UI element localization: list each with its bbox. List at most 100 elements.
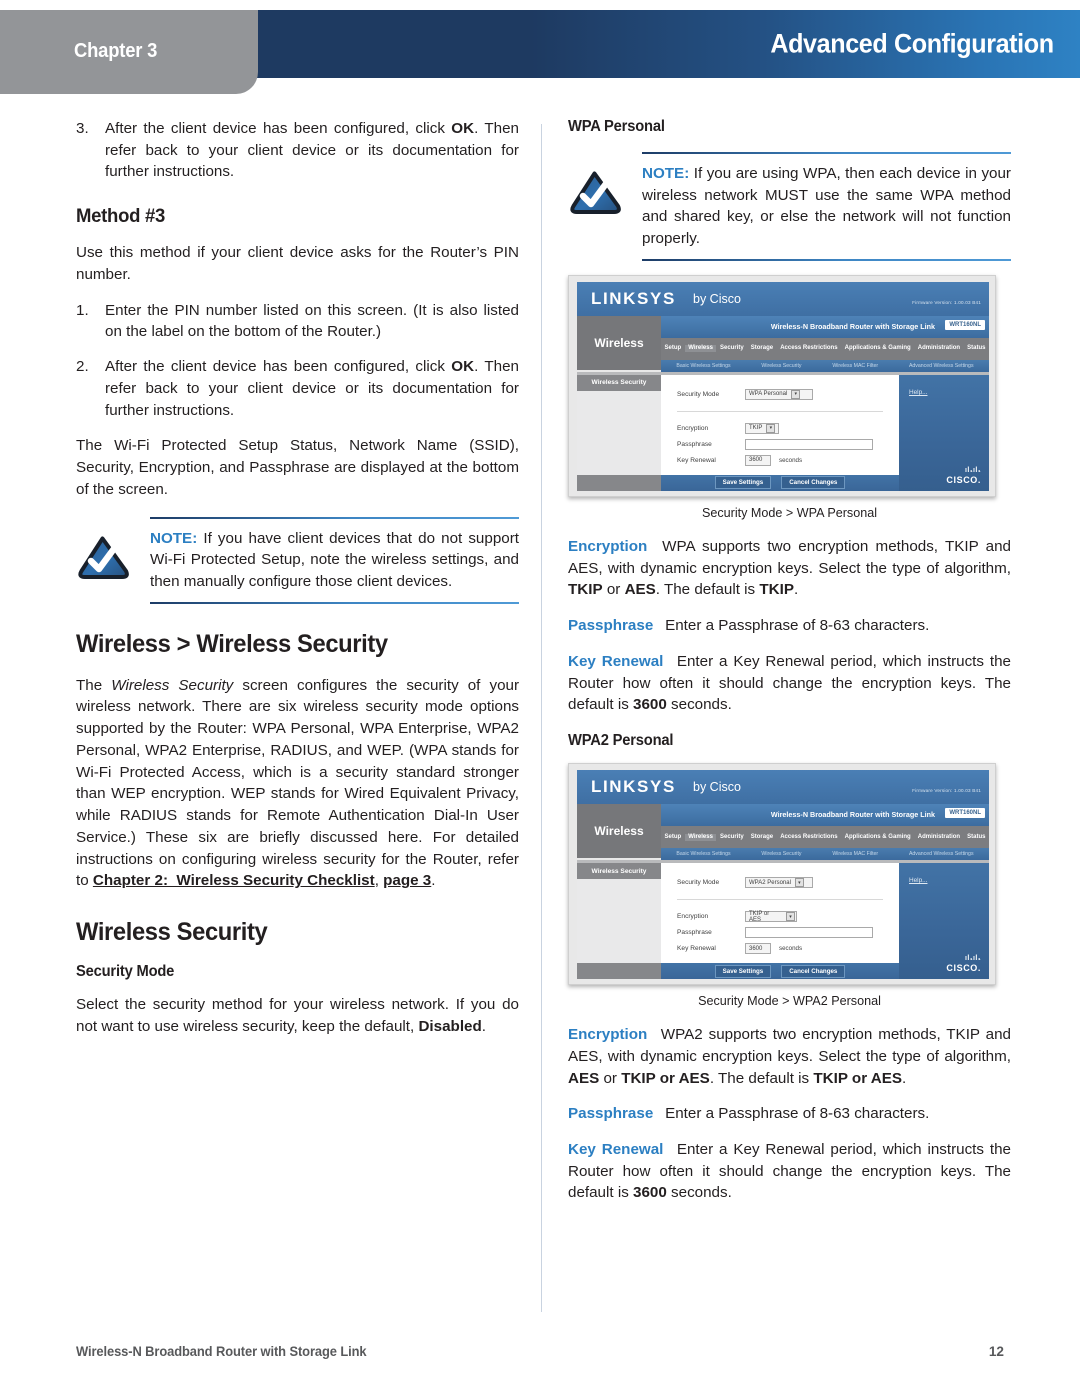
encryption-select[interactable]: TKIP or AES ▾ (745, 910, 797, 923)
router-form: Security Mode WPA Personal ▾ Encryption … (661, 374, 899, 475)
passphrase-input[interactable] (745, 438, 873, 450)
security-mode-value: WPA Personal (749, 391, 788, 398)
chevron-down-icon: ▾ (786, 912, 795, 922)
router-help-panel: Help... ıl₁ıl₁ CISCO. (899, 863, 989, 980)
encryption-select[interactable]: TKIP ▾ (745, 422, 779, 434)
router-tab-security[interactable]: Security (716, 834, 747, 841)
note-rule-bottom (642, 258, 1011, 261)
router-subtab-wireless-security[interactable]: Wireless Security (761, 363, 801, 369)
router-field-security-mode: Security Mode WPA Personal ▾ (677, 388, 813, 400)
list-item-text: After the client device has been configu… (105, 358, 519, 419)
chapter-tab: Chapter 3 (0, 10, 258, 94)
security-mode-value: WPA2 Personal (749, 879, 791, 886)
router-subtab-wireless-security[interactable]: Wireless Security (761, 851, 801, 857)
list-item: 3. After the client device has been conf… (76, 118, 519, 183)
security-mode-select[interactable]: WPA2 Personal ▾ (745, 877, 813, 889)
router-tab-administration[interactable]: Administration (914, 345, 963, 352)
by-cisco-label: by Cisco (693, 291, 741, 306)
key-renewal-unit: seconds (779, 945, 803, 953)
router-panel-title: Wireless Security (577, 863, 661, 880)
paragraph-wireless-security: The Wireless Security screen configures … (76, 676, 520, 890)
router-tab-wireless[interactable]: Wireless (684, 345, 717, 353)
chevron-down-icon: ▾ (766, 423, 776, 433)
linksys-logo: LINKSYS (591, 288, 676, 308)
router-field-label: Key Renewal (677, 456, 716, 464)
key-renewal-input[interactable]: 3600 (745, 454, 771, 466)
router-field-label: Key Renewal (677, 945, 716, 953)
save-settings-button[interactable]: Save Settings (714, 476, 772, 490)
router-field-security-mode: Security Mode WPA2 Personal ▾ (677, 877, 813, 889)
note-body: If you are using WPA, then each device i… (642, 165, 1011, 248)
router-tab-applications-gaming[interactable]: Applications & Gaming (841, 345, 914, 352)
router-tab-storage[interactable]: Storage (747, 345, 776, 352)
column-divider (541, 124, 542, 1312)
security-mode-select[interactable]: WPA Personal ▾ (745, 388, 813, 400)
router-field-key-renewal: Key Renewal 3600 seconds (677, 943, 803, 955)
cancel-changes-button[interactable]: Cancel Changes (781, 964, 846, 978)
router-model-text: Wireless-N Broadband Router with Storage… (770, 810, 935, 820)
paragraph-key-renewal-wpa: Key Renewal Enter a Key Renewal period, … (568, 652, 1011, 714)
paragraph-setup-status: The Wi-Fi Protected Setup Status, Networ… (76, 437, 519, 498)
right-column: WPA Personal NOTE: If you are using WPA,… (568, 118, 1011, 1204)
figure-caption: Security Mode > WPA2 Personal (698, 994, 881, 1009)
router-field-encryption: Encryption TKIP or AES ▾ (677, 910, 797, 923)
list-item-text: After the client device has been configu… (105, 120, 519, 181)
router-modelbar: Wireless-N Broadband Router with Storage… (661, 315, 989, 338)
router-tab-security[interactable]: Security (716, 345, 747, 352)
router-subtab-basic-wireless[interactable]: Basic Wireless Settings (676, 363, 730, 369)
help-link[interactable]: Help... (909, 389, 927, 396)
router-tab-setup[interactable]: Setup (661, 345, 685, 352)
router-tab-row: Setup Wireless Security Storage Access R… (661, 337, 989, 360)
router-left-panel: Wireless Security (577, 374, 661, 491)
encryption-value: TKIP (749, 425, 763, 432)
firmware-version: Firmware Version: 1.00.03 B41 (912, 788, 981, 794)
save-settings-button[interactable]: Save Settings (714, 964, 772, 978)
passphrase-input[interactable] (745, 927, 873, 939)
router-subtab-basic-wireless[interactable]: Basic Wireless Settings (676, 851, 730, 857)
key-renewal-value: 3600 (749, 457, 763, 464)
router-tab-status[interactable]: Status (964, 345, 989, 352)
router-tab-access-restrictions[interactable]: Access Restrictions (777, 345, 841, 352)
heading-wireless-security: Wireless Security (76, 918, 268, 947)
encryption-value: TKIP or AES (749, 910, 770, 923)
router-subtab-mac-filter[interactable]: Wireless MAC Filter (832, 851, 878, 857)
help-link[interactable]: Help... (909, 877, 927, 884)
key-renewal-input[interactable]: 3600 (745, 943, 771, 955)
cisco-logo: ıl₁ıl₁ CISCO. (946, 955, 981, 973)
paragraph-passphrase-wpa2: Passphrase Enter a Passphrase of 8-63 ch… (568, 1105, 930, 1123)
router-tab-access-restrictions[interactable]: Access Restrictions (777, 834, 841, 841)
by-cisco-label: by Cisco (693, 780, 741, 795)
router-tab-wireless[interactable]: Wireless (684, 833, 717, 841)
router-tab-setup[interactable]: Setup (661, 834, 685, 841)
note-content: NOTE: If you have client devices that do… (150, 519, 519, 602)
heading-wpa2-personal: WPA2 Personal (568, 732, 674, 750)
list-item: 2. After the client device has been conf… (76, 356, 519, 421)
router-model-text: Wireless-N Broadband Router with Storage… (770, 321, 935, 331)
key-renewal-value: 3600 (749, 945, 763, 952)
router-tab-status[interactable]: Status (964, 834, 989, 841)
router-field-label: Passphrase (677, 929, 712, 937)
router-field-encryption: Encryption TKIP ▾ (677, 422, 779, 434)
router-field-label: Security Mode (677, 390, 720, 398)
router-form-divider (677, 899, 883, 901)
list-item-number: 3. (76, 120, 89, 137)
router-tab-administration[interactable]: Administration (914, 834, 963, 841)
ordered-list-a: 3. After the client device has been conf… (76, 118, 519, 183)
heading-method-3: Method #3 (76, 205, 166, 228)
paragraph-security-mode: Select the security method for your wire… (76, 996, 519, 1035)
cancel-changes-button[interactable]: Cancel Changes (781, 476, 846, 490)
paragraph-passphrase-wpa: Passphrase Enter a Passphrase of 8-63 ch… (568, 617, 930, 635)
router-tab-storage[interactable]: Storage (747, 834, 776, 841)
figure-caption: Security Mode > WPA Personal (701, 505, 878, 520)
list-item-text: Enter the PIN number listed on this scre… (105, 301, 519, 341)
router-ui-screenshot-wpa: LINKSYS by Cisco Firmware Version: 1.00.… (568, 274, 996, 497)
note-check-icon (78, 533, 132, 581)
router-subtab-advanced-wireless[interactable]: Advanced Wireless Settings (909, 851, 974, 857)
chapter-label: Chapter 3 (74, 40, 158, 62)
cisco-logo: ıl₁ıl₁ CISCO. (946, 467, 981, 485)
router-subtab-mac-filter[interactable]: Wireless MAC Filter (832, 363, 878, 369)
router-bottom-strip (577, 963, 661, 980)
router-subtab-advanced-wireless[interactable]: Advanced Wireless Settings (909, 363, 974, 369)
chevron-down-icon: ▾ (791, 389, 801, 399)
router-tab-applications-gaming[interactable]: Applications & Gaming (841, 834, 914, 841)
